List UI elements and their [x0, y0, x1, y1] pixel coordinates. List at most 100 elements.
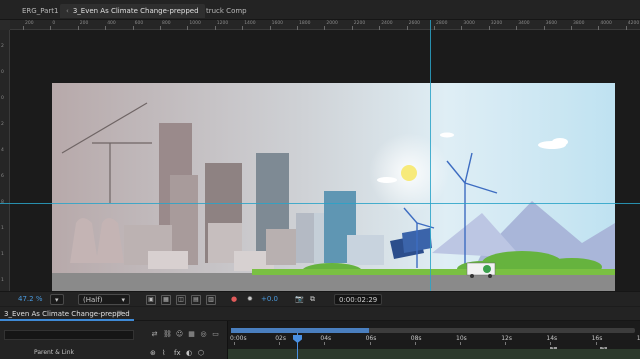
ruler-tick — [160, 26, 161, 30]
ruler-label: 1 — [1, 252, 4, 257]
ruler-label: 0 — [1, 70, 4, 75]
ruler-label: 2000 — [326, 21, 338, 26]
ruler-label: 1 — [1, 226, 4, 231]
zoom-dropdown[interactable]: ▾ — [50, 294, 64, 305]
tab-erg-part1[interactable]: ERG_Part1 — [16, 4, 64, 18]
exposure-value[interactable]: +0.0 — [261, 294, 278, 305]
ruler-label: 800 — [162, 21, 171, 26]
work-area-range[interactable] — [231, 328, 369, 333]
ruler-label: 2 — [1, 122, 4, 127]
ruler-label: 400 — [107, 21, 116, 26]
comp-scene-illustration[interactable] — [52, 83, 615, 291]
layer-search-input[interactable] — [4, 330, 134, 340]
ruler-label: 3600 — [545, 21, 558, 26]
ground — [52, 273, 615, 291]
ruler-label: 6 — [1, 174, 4, 179]
sun — [401, 165, 417, 181]
time-tick — [279, 342, 281, 345]
layer-controls: ⇄ ⛓ ☺ ▦ ◎ ▭ Parent & Link ⊛ ⌇ fx ◐ ⬡ — [0, 321, 228, 359]
ruler-tick — [214, 26, 216, 30]
resolution-dropdown[interactable]: (Half) ▾ — [78, 294, 130, 305]
ruler-label: 2200 — [353, 21, 366, 26]
ruler-label: 2 — [1, 44, 4, 49]
ruler-label: 1000 — [189, 21, 201, 26]
comp-flowchart-icon[interactable]: ⇄ — [150, 330, 159, 339]
composition-viewer[interactable]: 200 0 200 400 600 800 1000 1200 1400 1600 1800 2000… — [0, 20, 640, 291]
ruler-tick — [132, 26, 134, 30]
vertical-ruler[interactable]: 2002468111 — [0, 30, 10, 291]
ruler-tick — [77, 26, 79, 30]
graph-editor-icon[interactable]: ▭ — [211, 330, 220, 339]
ruler-tick — [23, 26, 24, 30]
shy-layers-icon[interactable]: ☺ — [175, 330, 184, 339]
ruler-label: 4 — [1, 148, 4, 153]
solo-icon[interactable]: ⊛ — [150, 349, 156, 357]
color-channels-icon[interactable]: ● — [231, 294, 237, 305]
transparency-grid-icon[interactable]: ▦ — [161, 294, 171, 305]
tab-climate-change-prepped[interactable]: ‹ 3_Even As Climate Change-prepped — [60, 4, 205, 18]
ruler-label: 200 — [79, 21, 89, 26]
time-tick — [414, 342, 416, 345]
ruler-label: 200 — [25, 21, 34, 26]
ruler-label: 4200 — [627, 21, 640, 26]
current-time-display[interactable]: 0:00:02:29 — [334, 294, 383, 305]
ruler-tick — [406, 26, 408, 30]
time-tick — [324, 342, 326, 345]
parent-link-column-header: Parent & Link — [34, 349, 74, 356]
ruler-tick — [516, 26, 518, 30]
layer-duration-bar[interactable] — [228, 349, 640, 359]
show-snapshot-icon[interactable]: ⧉ — [310, 294, 315, 305]
3d-draft-icon[interactable]: ▥ — [206, 294, 216, 305]
time-tick — [460, 342, 461, 345]
ruler-label: 3800 — [573, 21, 585, 26]
ruler-label: 1 — [1, 278, 4, 283]
ruler-tick — [543, 26, 545, 30]
time-tick — [369, 342, 371, 345]
ruler-tick — [50, 26, 52, 30]
ruler-tick — [187, 26, 189, 30]
frame-blending-icon[interactable]: ▦ — [187, 330, 196, 339]
ruler-label: 4000 — [600, 21, 612, 26]
ruler-label: 2400 — [381, 21, 393, 26]
ruler-label: 2600 — [408, 21, 421, 26]
timeline-comp-tab[interactable]: 3_Even As Climate Change-prepped — [0, 308, 134, 321]
time-label: 16s — [591, 335, 603, 342]
ruler-tick — [351, 26, 353, 30]
time-label: 06s — [365, 335, 377, 342]
ruler-label: 1600 — [271, 21, 284, 26]
zoom-value[interactable]: 47.2 % — [18, 294, 42, 305]
exposure-icon[interactable]: ✹ — [247, 294, 253, 305]
time-label: 02s — [275, 335, 286, 342]
ruler-tick — [598, 26, 600, 30]
shy-icon[interactable]: ⌇ — [162, 349, 165, 357]
ruler-tick — [434, 26, 435, 30]
time-label: 12s — [501, 335, 512, 342]
ruler-tick — [242, 26, 244, 30]
adjustment-layer-icon[interactable]: ◐ — [186, 349, 192, 357]
chevron-down-icon: ▾ — [55, 296, 59, 304]
horizontal-guide[interactable] — [0, 203, 640, 204]
draft-3d-icon[interactable]: ⛓ — [163, 330, 172, 339]
time-tick — [505, 342, 507, 345]
ruler-label: 1400 — [244, 21, 256, 26]
ruler-label: 600 — [134, 21, 144, 26]
snapshot-camera-icon[interactable]: 📷 — [295, 294, 304, 305]
horizontal-ruler[interactable]: 200 0 200 400 600 800 1000 1200 1400 1600 1800 2000… — [10, 20, 640, 30]
chevron-left-icon: ‹ — [66, 7, 69, 15]
time-tick — [550, 342, 552, 345]
vertical-guide[interactable] — [430, 20, 431, 291]
tab-truck-comp[interactable]: truck Comp — [200, 4, 253, 18]
time-label: 08s — [410, 335, 422, 342]
effects-icon[interactable]: fx — [174, 349, 181, 357]
3d-layer-icon[interactable]: ⬡ — [198, 349, 204, 357]
ruler-label: 0 — [1, 96, 4, 101]
ruler-tick — [105, 26, 107, 30]
grid-guides-icon[interactable]: ▤ — [191, 294, 201, 305]
hamburger-menu-icon[interactable]: ≡ — [116, 308, 123, 317]
region-of-interest-icon[interactable]: ▣ — [146, 294, 156, 305]
ruler-label: 1800 — [299, 21, 311, 26]
time-label: 04s — [320, 335, 332, 342]
mask-visibility-icon[interactable]: ◫ — [176, 294, 186, 305]
motion-blur-icon[interactable]: ◎ — [199, 330, 208, 339]
ruler-tick — [269, 26, 271, 30]
